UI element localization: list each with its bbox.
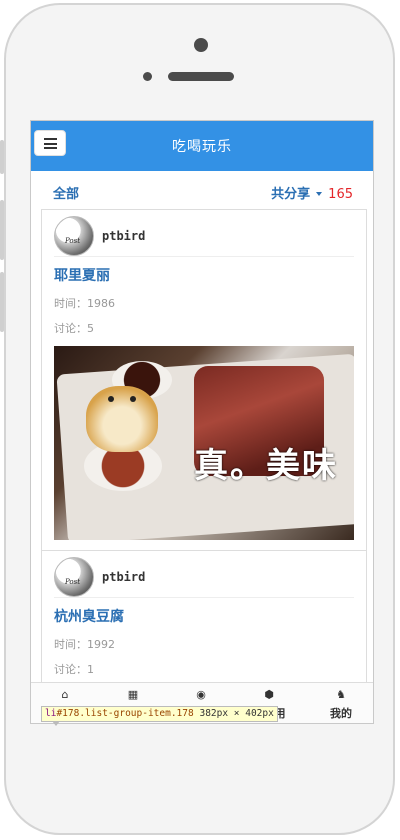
tooltip-tag: li	[45, 708, 57, 719]
post-author: Post ptbird	[54, 216, 354, 257]
post-time: 时间：1986	[54, 297, 115, 310]
filter-bar: 全部 共分享 165	[31, 171, 373, 209]
card-spacer	[54, 540, 354, 550]
phone-volume-up	[0, 200, 4, 260]
avatar[interactable]: Post	[54, 557, 94, 597]
post-discussion-count: 讨论：5	[54, 322, 94, 335]
post-author: Post ptbird	[54, 557, 354, 598]
post-time: 时间：1992	[54, 638, 115, 651]
post-title-link[interactable]: 耶里夏丽	[54, 265, 354, 285]
image-icon: ▦	[127, 688, 139, 701]
share-count-dropdown[interactable]: 共分享 165	[271, 183, 353, 202]
caret-down-icon	[316, 192, 323, 196]
post-discussion-count: 讨论：1	[54, 663, 94, 676]
post-image[interactable]: 真。美味	[54, 346, 354, 540]
top-navbar: 吃喝玩乐	[31, 121, 373, 171]
image-caption: 真。美味	[194, 446, 338, 486]
tab-profile[interactable]: ♞ 我的	[307, 683, 373, 723]
username[interactable]: ptbird	[102, 570, 145, 584]
filter-all-link[interactable]: 全部	[53, 183, 79, 202]
avatar-text: Post	[65, 237, 81, 245]
share-label: 共分享	[271, 187, 311, 202]
phone-mute-switch	[0, 140, 4, 174]
eye-icon: ◉	[196, 688, 206, 701]
post-list: Post ptbird 耶里夏丽 时间：1986 讨论：5 真。美味 Post …	[41, 209, 367, 718]
app-screen: 吃喝玩乐 全部 共分享 165 Post ptbird 耶里夏丽 时间：1986 …	[30, 120, 374, 724]
avatar[interactable]: Post	[54, 216, 94, 256]
proximity-sensor	[143, 72, 152, 81]
avatar-text: Post	[65, 578, 81, 586]
earpiece-speaker	[168, 72, 234, 81]
phone-volume-down	[0, 272, 4, 332]
home-icon: ⌂	[61, 688, 69, 701]
tab-label: 我的	[330, 707, 352, 720]
tooltip-size: 382px × 402px	[199, 708, 274, 719]
home-button[interactable]	[175, 760, 225, 810]
devtools-element-tooltip: li#178.list-group-item.178 382px × 402px	[41, 706, 278, 726]
post-title-link[interactable]: 杭州臭豆腐	[54, 606, 354, 626]
image-doge-face	[86, 386, 158, 452]
tooltip-selector: #178.list-group-item.178	[56, 708, 194, 719]
front-camera	[194, 38, 208, 52]
share-count: 165	[328, 187, 353, 202]
tooltip-arrow	[52, 721, 60, 726]
user-icon: ♞	[336, 688, 346, 701]
username[interactable]: ptbird	[102, 229, 145, 243]
list-item[interactable]: Post ptbird 耶里夏丽 时间：1986 讨论：5 真。美味	[41, 209, 367, 551]
cube-icon: ⬢	[264, 688, 274, 701]
page-title: 吃喝玩乐	[172, 139, 232, 155]
